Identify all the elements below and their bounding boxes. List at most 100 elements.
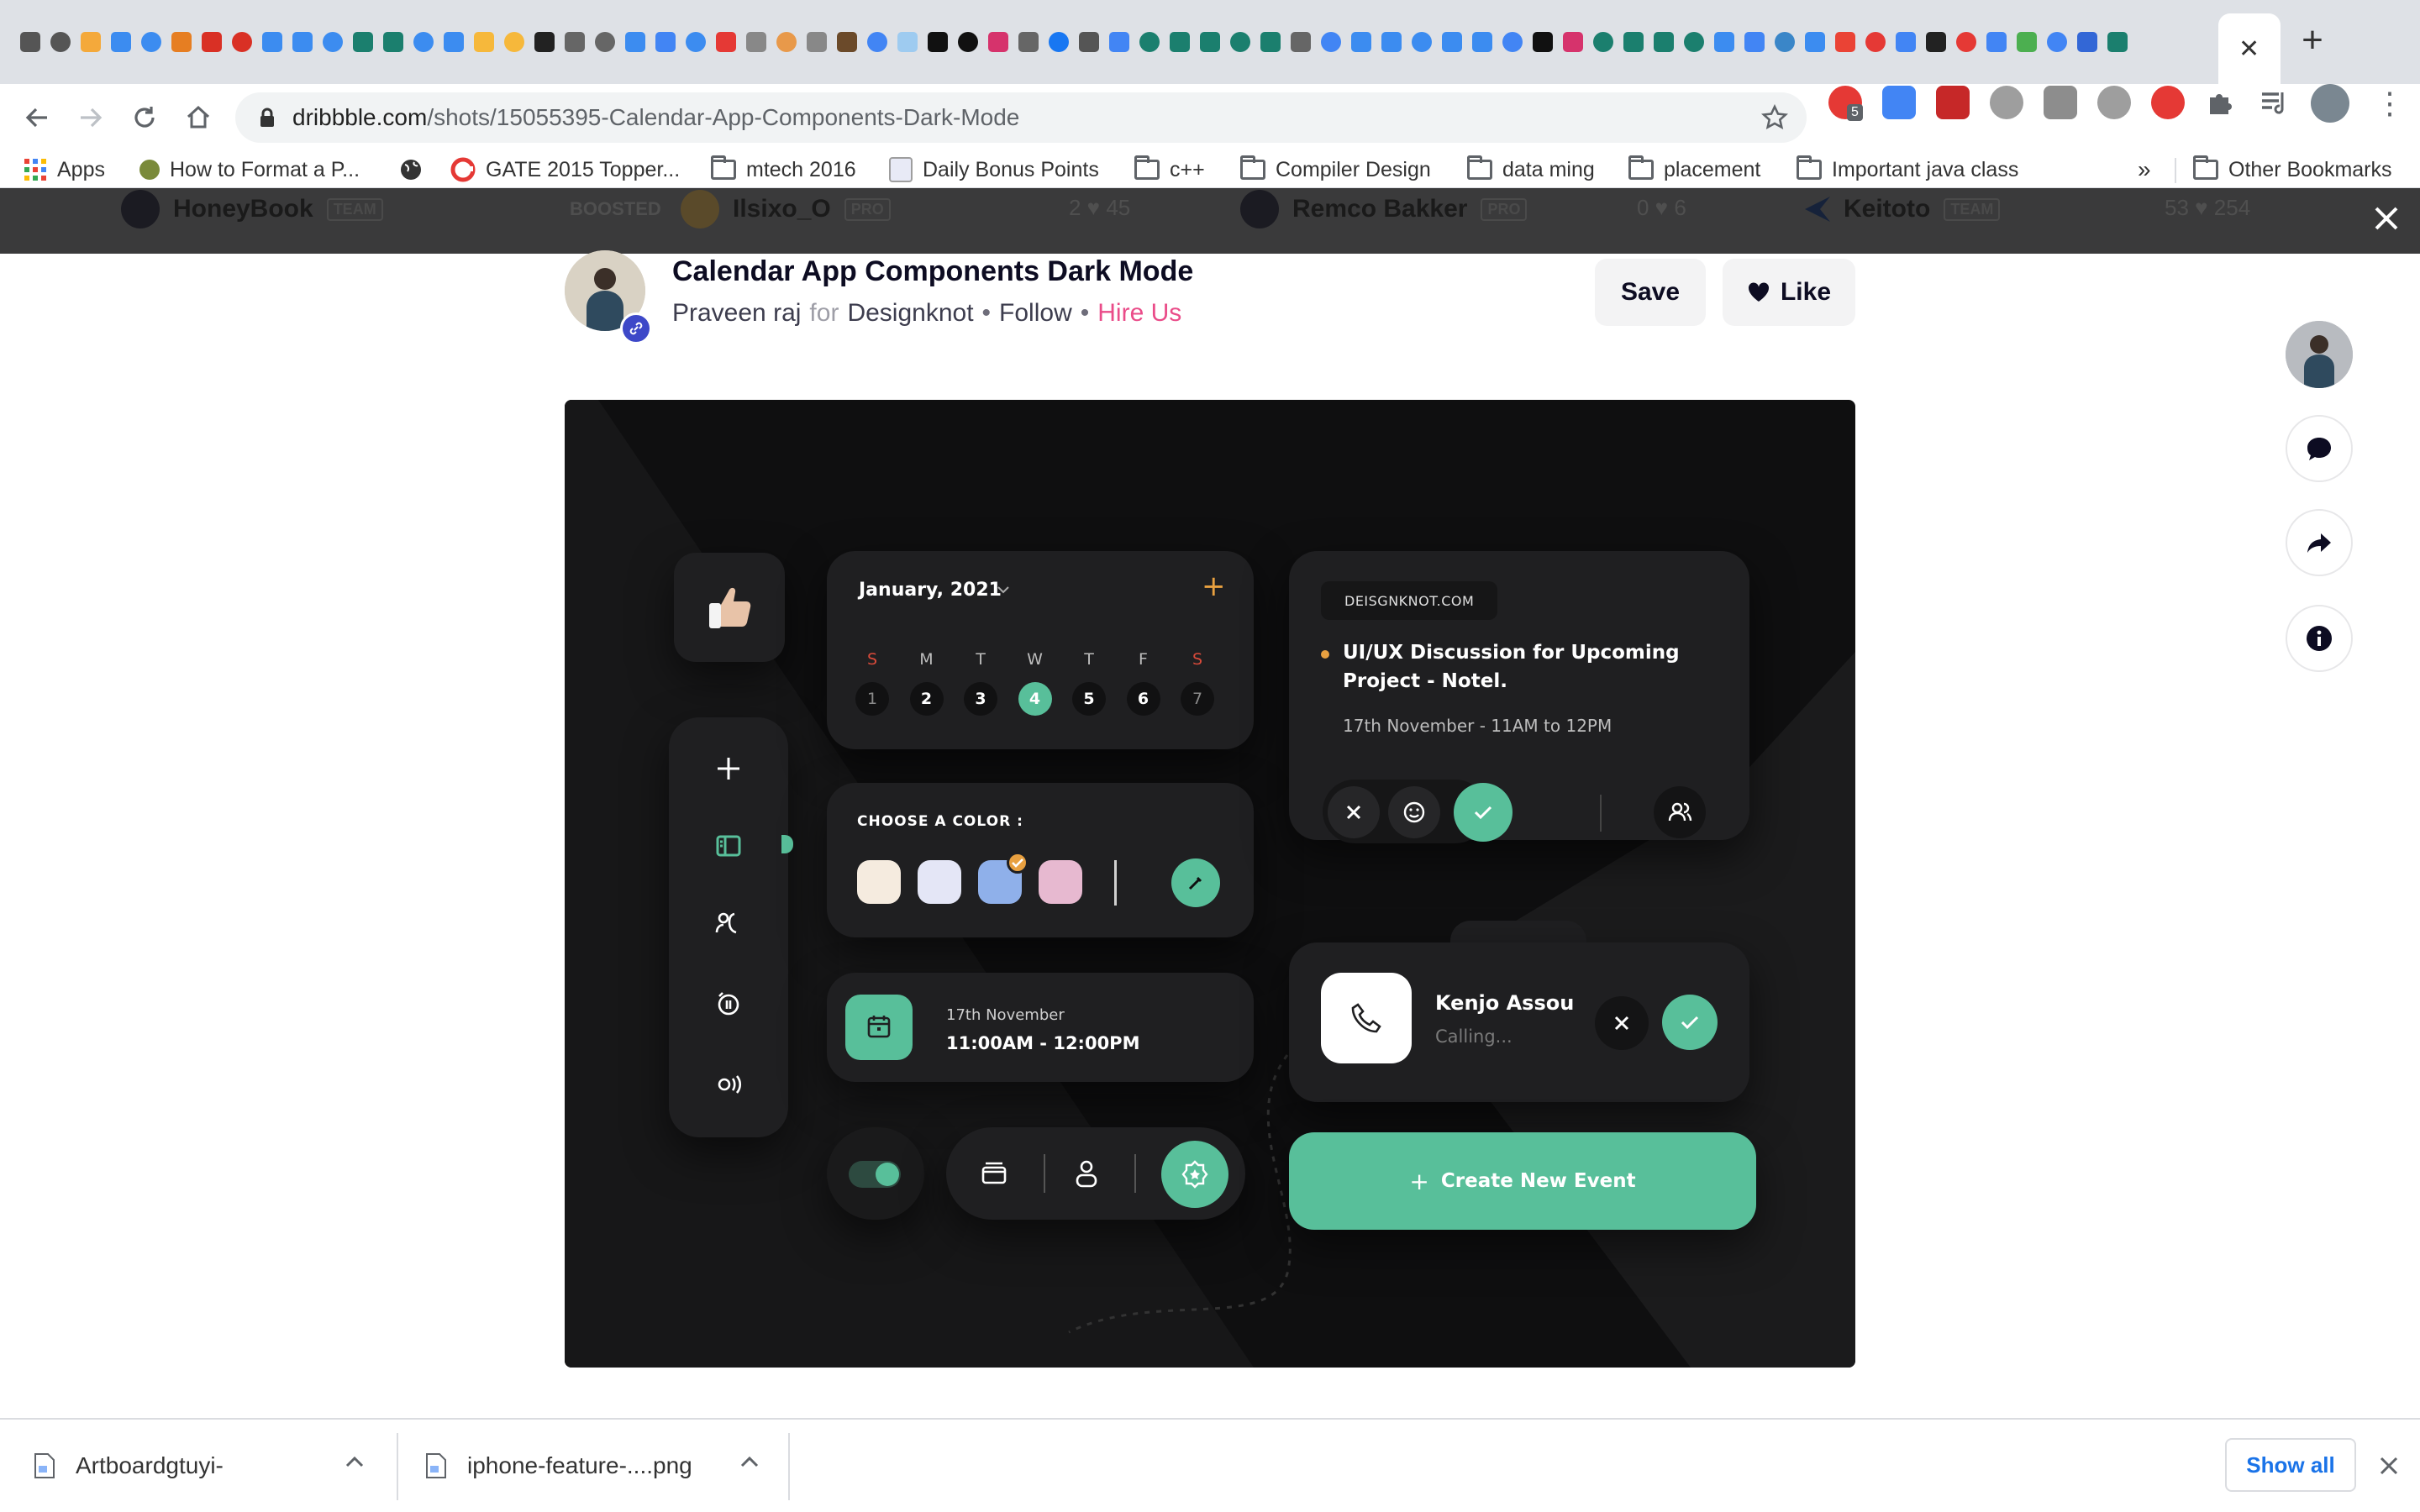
browser-tab[interactable] — [2012, 25, 2042, 59]
bookmark-folder-java[interactable]: Important java class — [1797, 155, 2018, 185]
browser-tab[interactable] — [590, 25, 620, 59]
browser-tab[interactable] — [802, 25, 832, 59]
comments-button[interactable] — [2286, 415, 2353, 482]
color-swatch[interactable] — [1039, 860, 1082, 904]
bookmark-gate-2015[interactable]: GATE 2015 Topper... — [450, 155, 680, 185]
browser-tab[interactable] — [106, 25, 136, 59]
calendar-day[interactable]: 3 — [964, 682, 997, 716]
calendar-day[interactable]: 1 — [855, 682, 889, 716]
reading-list-icon[interactable] — [2259, 87, 2289, 118]
hire-us-link[interactable]: Hire Us — [1097, 299, 1181, 328]
like-button[interactable]: Like — [1723, 259, 1855, 326]
browser-tab[interactable] — [1830, 25, 1860, 59]
browser-tab[interactable] — [318, 25, 348, 59]
color-swatch[interactable] — [857, 860, 901, 904]
browser-tab[interactable] — [1800, 25, 1830, 59]
browser-tab[interactable] — [1074, 25, 1104, 59]
other-bookmarks[interactable]: Other Bookmarks — [2193, 155, 2392, 185]
address-bar[interactable]: dribbble.com/shots/15055395-Calendar-App… — [235, 92, 1807, 143]
chevron-down-icon[interactable] — [997, 585, 1010, 595]
browser-tab[interactable] — [1618, 25, 1649, 59]
browser-tab[interactable] — [227, 25, 257, 59]
browser-tab[interactable] — [1346, 25, 1376, 59]
extensions-puzzle-icon[interactable] — [2205, 87, 2235, 118]
browser-tab[interactable] — [166, 25, 197, 59]
bookmark-star-icon[interactable] — [1761, 104, 1788, 131]
chevron-up-icon[interactable] — [345, 1455, 365, 1468]
browser-tab[interactable] — [1770, 25, 1800, 59]
profile-avatar[interactable] — [2311, 84, 2349, 123]
tab-close-icon[interactable]: ✕ — [2238, 37, 2260, 62]
browser-tab[interactable] — [1528, 25, 1558, 59]
tb-extension-icon[interactable] — [2044, 86, 2077, 119]
answer-call-button[interactable] — [1662, 995, 1718, 1050]
layout-icon[interactable] — [714, 832, 743, 860]
chevron-up-icon[interactable] — [739, 1455, 760, 1468]
browser-tab[interactable] — [1921, 25, 1951, 59]
designer-profile-avatar[interactable] — [2286, 321, 2353, 388]
close-downloads-icon[interactable] — [2378, 1455, 2400, 1477]
browser-tab[interactable] — [1376, 25, 1407, 59]
browser-tab[interactable] — [892, 25, 923, 59]
browser-tab[interactable] — [681, 25, 711, 59]
chat-extension-icon[interactable] — [2097, 86, 2131, 119]
people-icon[interactable] — [714, 909, 743, 937]
browser-tab[interactable] — [439, 25, 469, 59]
accept-button[interactable] — [1454, 783, 1512, 842]
favorite-button[interactable] — [1161, 1141, 1228, 1208]
browser-tab[interactable] — [1649, 25, 1679, 59]
share-button[interactable] — [2286, 509, 2353, 576]
browser-tab[interactable] — [953, 25, 983, 59]
browser-tab[interactable] — [1588, 25, 1618, 59]
browser-tab[interactable] — [408, 25, 439, 59]
browser-tab[interactable] — [1407, 25, 1437, 59]
home-button[interactable] — [180, 99, 217, 136]
browser-tab[interactable] — [287, 25, 318, 59]
browser-tab[interactable] — [1286, 25, 1316, 59]
browser-tab[interactable] — [136, 25, 166, 59]
timer-icon[interactable] — [714, 990, 743, 1018]
bookmark-folder-data-ming[interactable]: data ming — [1467, 155, 1595, 185]
wallet-icon[interactable] — [980, 1159, 1008, 1188]
bookmark-folder-placement[interactable]: placement — [1628, 155, 1760, 185]
browser-tab[interactable] — [1497, 25, 1528, 59]
browser-tab[interactable] — [1709, 25, 1739, 59]
decline-button[interactable] — [1328, 786, 1380, 838]
calendar-day[interactable]: 2 — [909, 682, 944, 716]
user-icon[interactable] — [1072, 1158, 1101, 1189]
browser-tab[interactable] — [378, 25, 408, 59]
toggle-switch[interactable] — [849, 1161, 901, 1188]
browser-tab[interactable] — [45, 25, 76, 59]
add-icon[interactable] — [714, 754, 743, 783]
browser-tab[interactable] — [771, 25, 802, 59]
back-button[interactable] — [18, 99, 55, 136]
browser-tab[interactable] — [560, 25, 590, 59]
browser-tab[interactable] — [2102, 25, 2133, 59]
details-button[interactable] — [2286, 605, 2353, 672]
reload-button[interactable] — [126, 99, 163, 136]
calendar-day[interactable]: 5 — [1072, 682, 1106, 716]
download-item-1[interactable]: Artboardgtuyi- — [34, 1420, 224, 1512]
menu-kebab-icon[interactable]: ⋮ — [2375, 86, 2405, 121]
eyedropper-button[interactable] — [1171, 858, 1220, 907]
attendees-button[interactable] — [1654, 786, 1706, 838]
browser-tab[interactable] — [1860, 25, 1891, 59]
show-all-downloads-button[interactable]: Show all — [2225, 1438, 2356, 1492]
browser-tab[interactable] — [711, 25, 741, 59]
tag-extension-icon[interactable] — [1990, 86, 2023, 119]
follow-link[interactable]: Follow — [999, 299, 1072, 328]
translate-extension-icon[interactable] — [1882, 86, 1916, 119]
calendar-add-button[interactable]: + — [1202, 570, 1226, 603]
browser-tab[interactable] — [1951, 25, 1981, 59]
browser-tab[interactable] — [2072, 25, 2102, 59]
team-link[interactable]: Designknot — [847, 299, 973, 328]
calendar-day[interactable]: 7 — [1181, 682, 1214, 716]
browser-tab[interactable] — [620, 25, 650, 59]
end-call-button[interactable] — [1595, 996, 1649, 1050]
new-tab-button[interactable]: + — [2294, 22, 2331, 59]
media-extension-icon[interactable] — [1936, 86, 1970, 119]
browser-tab[interactable] — [1437, 25, 1467, 59]
bookmark-daily-bonus[interactable]: Daily Bonus Points — [889, 155, 1099, 185]
browser-tab[interactable] — [1255, 25, 1286, 59]
browser-tab[interactable] — [1195, 25, 1225, 59]
